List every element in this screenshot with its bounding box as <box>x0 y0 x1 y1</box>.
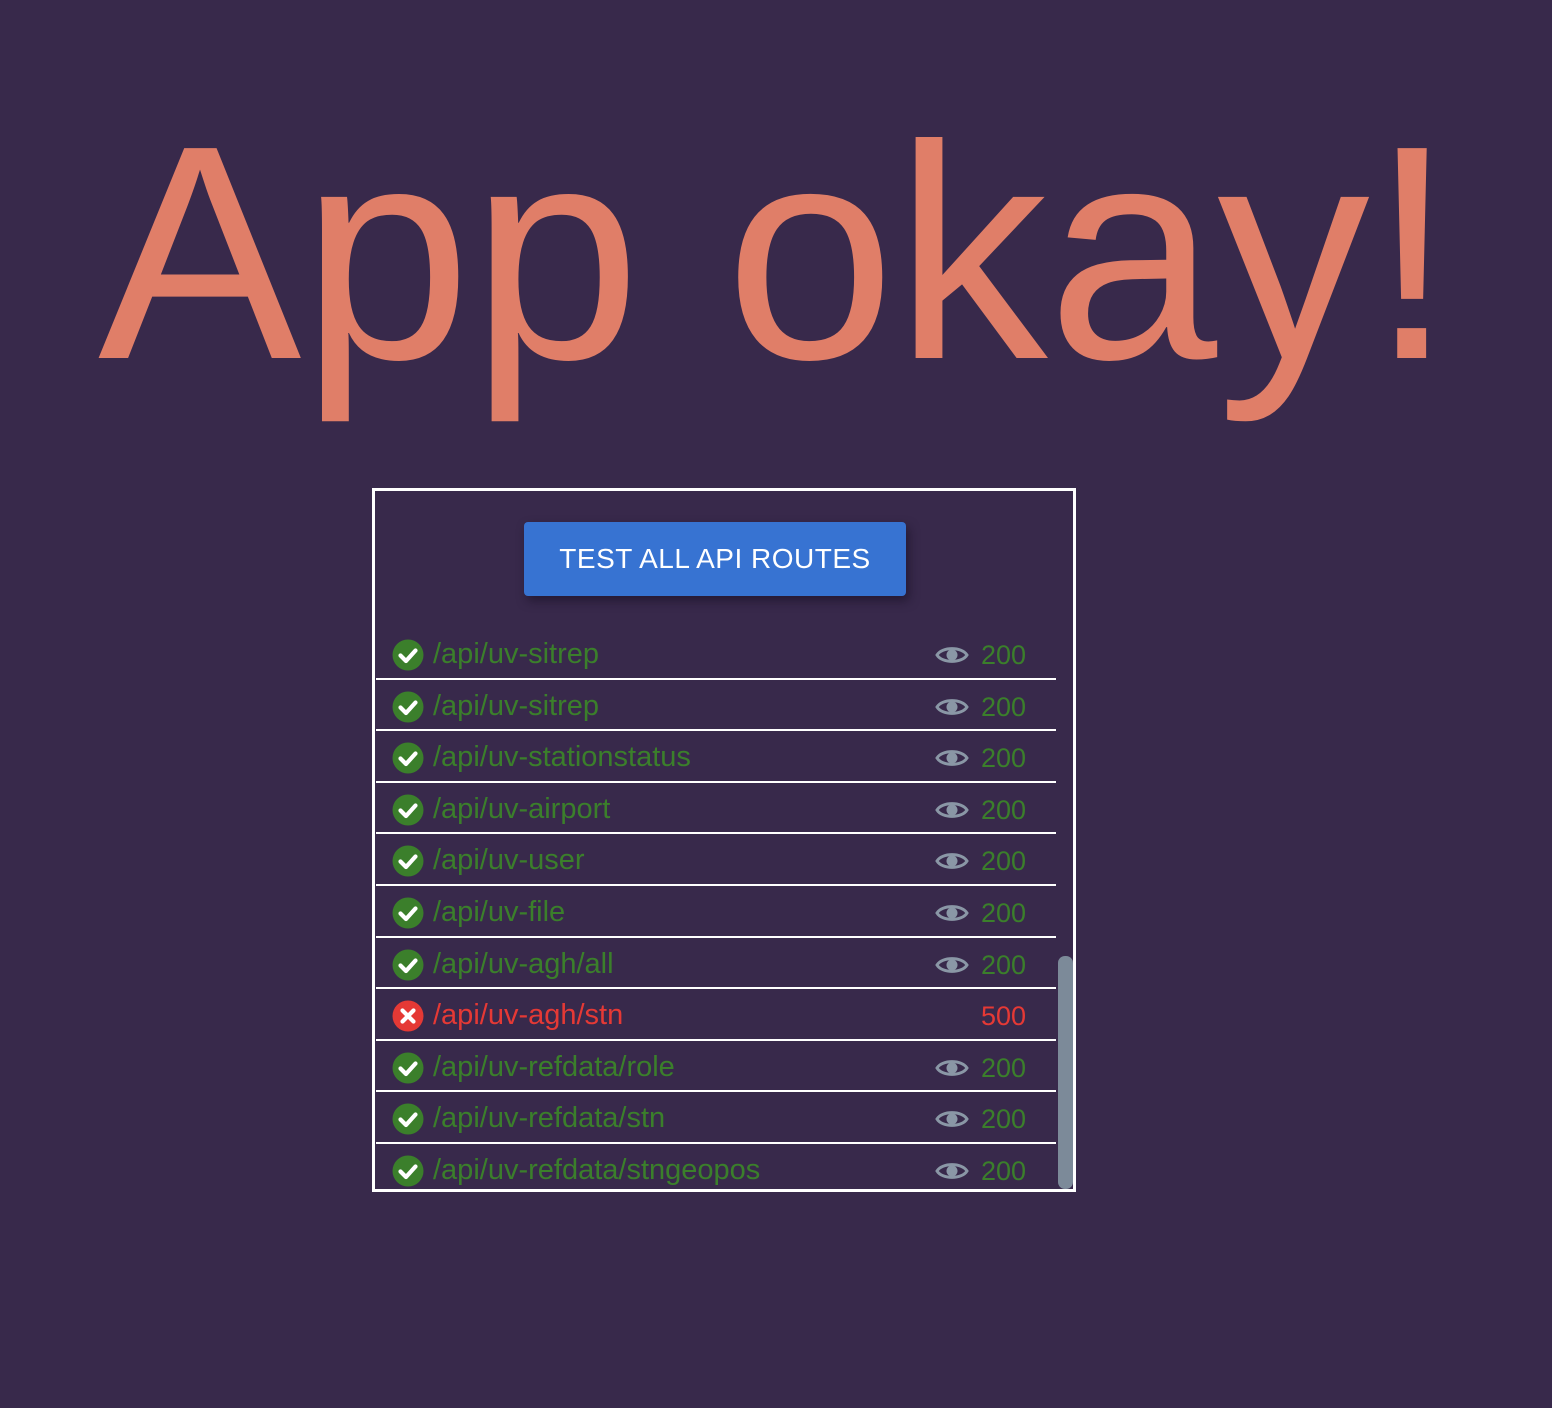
route-status-code: 200 <box>980 846 1026 877</box>
route-row: /api/uv-refdata/stngeopos 200 <box>376 1144 1056 1196</box>
check-circle-icon <box>392 845 424 877</box>
eye-icon[interactable] <box>935 695 969 719</box>
eye-icon[interactable] <box>935 798 969 822</box>
route-path: /api/uv-sitrep <box>433 689 600 722</box>
route-row: /api/uv-stationstatus 200 <box>376 731 1056 783</box>
route-row: /api/uv-sitrep 200 <box>376 680 1056 732</box>
route-status-code: 200 <box>980 1052 1026 1083</box>
route-path: /api/uv-stationstatus <box>433 741 691 774</box>
route-status-code: 200 <box>980 897 1026 928</box>
route-path: /api/uv-user <box>433 844 585 877</box>
route-status-code: 200 <box>980 640 1026 670</box>
route-row: /api/uv-refdata/role 200 <box>376 1041 1056 1093</box>
route-row: /api/uv-refdata/stn 200 <box>376 1092 1056 1144</box>
error-circle-icon <box>392 1000 424 1032</box>
route-status-code: 200 <box>980 691 1026 722</box>
route-row: /api/uv-airport 200 <box>376 783 1056 835</box>
check-circle-icon <box>392 1052 424 1084</box>
route-path: /api/uv-refdata/stn <box>433 1102 666 1135</box>
route-path: /api/uv-refdata/role <box>433 1050 675 1083</box>
eye-icon[interactable] <box>935 1107 969 1131</box>
check-circle-icon <box>392 1155 424 1187</box>
check-circle-icon <box>392 949 424 981</box>
route-status-code: 500 <box>980 1001 1026 1032</box>
check-circle-icon <box>392 742 424 774</box>
eye-icon[interactable] <box>935 1056 969 1080</box>
page-title: App okay! <box>98 82 1455 423</box>
eye-icon[interactable] <box>935 901 969 925</box>
eye-icon[interactable] <box>935 953 969 977</box>
route-path: /api/uv-agh/all <box>433 947 614 980</box>
eye-icon[interactable] <box>935 849 969 873</box>
api-test-panel: TEST ALL API ROUTES /api/uv-sitrep 200/ap… <box>372 488 1076 1192</box>
check-circle-icon <box>392 1103 424 1135</box>
route-status-code: 200 <box>980 743 1026 774</box>
route-path: /api/uv-airport <box>433 792 611 825</box>
route-row: /api/uv-sitrep 200 <box>376 628 1056 680</box>
route-path: /api/uv-file <box>433 895 566 928</box>
eye-icon[interactable] <box>935 746 969 770</box>
eye-icon[interactable] <box>935 643 969 667</box>
route-row: /api/uv-file 200 <box>376 886 1056 938</box>
route-path: /api/uv-sitrep <box>433 638 600 670</box>
test-all-routes-button[interactable]: TEST ALL API ROUTES <box>524 522 906 596</box>
route-status-code: 200 <box>980 1104 1026 1135</box>
route-status-code: 200 <box>980 1155 1026 1186</box>
route-list[interactable]: /api/uv-sitrep 200/api/uv-sitrep 200/api/u… <box>376 628 1056 1196</box>
scrollbar-thumb[interactable] <box>1058 956 1073 1189</box>
check-circle-icon <box>392 794 424 826</box>
check-circle-icon <box>392 639 424 671</box>
route-row: /api/uv-user 200 <box>376 834 1056 886</box>
check-circle-icon <box>392 691 424 723</box>
route-row: /api/uv-agh/stn 500 <box>376 989 1056 1041</box>
check-circle-icon <box>392 897 424 929</box>
route-row: /api/uv-agh/all 200 <box>376 938 1056 990</box>
eye-icon[interactable] <box>935 1159 969 1183</box>
route-status-code: 200 <box>980 794 1026 825</box>
route-status-code: 200 <box>980 949 1026 980</box>
route-path: /api/uv-refdata/stngeopos <box>433 1153 761 1186</box>
route-path: /api/uv-agh/stn <box>433 999 624 1032</box>
